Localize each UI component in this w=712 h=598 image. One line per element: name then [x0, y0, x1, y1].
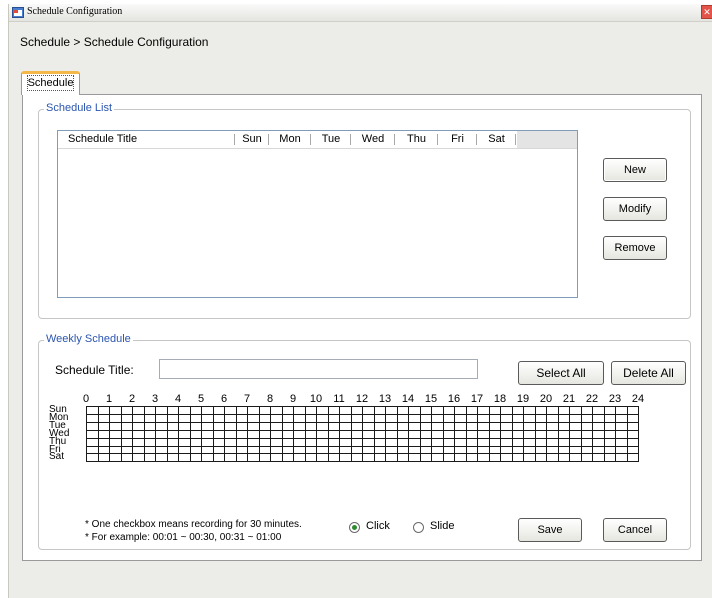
- hour-label: 24: [631, 393, 645, 405]
- weekly-schedule-group: Weekly Schedule Schedule Title: Select A…: [38, 333, 691, 550]
- schedule-list-table[interactable]: Schedule Title Sun Mon Tue Wed Thu Fri S…: [57, 130, 578, 298]
- hour-label: 12: [355, 393, 369, 405]
- hour-label: 14: [401, 393, 415, 405]
- close-icon[interactable]: ✕: [701, 5, 712, 19]
- hour-label: 19: [516, 393, 530, 405]
- weekly-schedule-legend: Weekly Schedule: [44, 333, 133, 345]
- hour-label: 8: [266, 393, 274, 405]
- schedule-configuration-window: Schedule Configuration ✕ Schedule > Sche…: [8, 4, 712, 598]
- mode-label-click[interactable]: Click: [366, 520, 390, 532]
- window-title: Schedule Configuration: [27, 6, 123, 17]
- hour-label: 6: [220, 393, 228, 405]
- hour-label: 5: [197, 393, 205, 405]
- hour-label: 16: [447, 393, 461, 405]
- column-header-tue[interactable]: Tue: [311, 131, 351, 148]
- hour-label: 21: [562, 393, 576, 405]
- schedule-list-legend: Schedule List: [44, 102, 115, 114]
- breadcrumb: Schedule > Schedule Configuration: [20, 35, 209, 49]
- select-all-button[interactable]: Select All: [518, 361, 604, 385]
- window-app-icon: [12, 7, 24, 18]
- column-header-thu[interactable]: Thu: [395, 131, 438, 148]
- column-header-filler: [517, 131, 577, 148]
- save-button[interactable]: Save: [518, 518, 582, 542]
- mode-label-slide[interactable]: Slide: [430, 520, 454, 532]
- tab-schedule-label: Schedule: [22, 75, 79, 91]
- column-header-wed[interactable]: Wed: [351, 131, 395, 148]
- schedule-title-input[interactable]: [159, 359, 478, 379]
- column-header-sat[interactable]: Sat: [477, 131, 516, 148]
- column-header-sun[interactable]: Sun: [235, 131, 269, 148]
- schedule-title-label: Schedule Title:: [55, 363, 134, 377]
- hour-label: 23: [608, 393, 622, 405]
- title-bar: Schedule Configuration ✕: [9, 4, 712, 22]
- modify-button[interactable]: Modify: [603, 197, 667, 221]
- hour-label: 20: [539, 393, 553, 405]
- tab-schedule[interactable]: Schedule: [21, 71, 80, 95]
- hour-label: 3: [151, 393, 159, 405]
- delete-all-button[interactable]: Delete All: [611, 361, 686, 385]
- hour-label: 1: [105, 393, 113, 405]
- schedule-list-header: Schedule Title Sun Mon Tue Wed Thu Fri S…: [58, 131, 577, 149]
- tab-panel-schedule: Schedule List Schedule Title Sun Mon Tue…: [22, 94, 702, 561]
- hour-label: 9: [289, 393, 297, 405]
- hour-label: 15: [424, 393, 438, 405]
- hour-label: 22: [585, 393, 599, 405]
- hour-label: 7: [243, 393, 251, 405]
- mode-radio-click[interactable]: [349, 522, 360, 533]
- column-header-schedule-title[interactable]: Schedule Title: [68, 131, 235, 148]
- remove-button[interactable]: Remove: [603, 236, 667, 260]
- note-line-2: * For example: 00:01 ~ 00:30, 00:31 ~ 01…: [85, 532, 282, 543]
- schedule-list-group: Schedule List Schedule Title Sun Mon Tue…: [38, 102, 691, 319]
- new-button[interactable]: New: [603, 158, 667, 182]
- hour-label: 10: [309, 393, 323, 405]
- column-header-fri[interactable]: Fri: [438, 131, 477, 148]
- note-line-1: * One checkbox means recording for 30 mi…: [85, 519, 302, 530]
- schedule-checkbox[interactable]: [627, 453, 639, 462]
- column-header-mon[interactable]: Mon: [269, 131, 311, 148]
- mode-radio-slide[interactable]: [413, 522, 424, 533]
- hour-label: 11: [333, 393, 345, 405]
- day-label-sat: Sat: [49, 451, 65, 463]
- hour-label: 13: [378, 393, 392, 405]
- hour-label: 18: [493, 393, 507, 405]
- hour-label: 2: [128, 393, 136, 405]
- hour-label: 17: [470, 393, 484, 405]
- hour-label: 4: [174, 393, 182, 405]
- hour-label: 0: [82, 393, 90, 405]
- cancel-button[interactable]: Cancel: [603, 518, 667, 542]
